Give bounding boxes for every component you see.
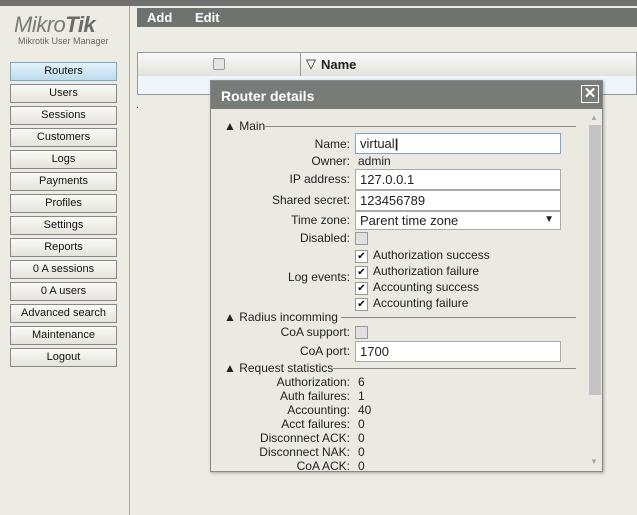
stat-label: Disconnect ACK: [259,431,350,445]
disabled-checkbox[interactable] [355,232,368,245]
sidebar-item-customers[interactable]: Customers [10,128,117,147]
sidebar-item-0-a-sessions[interactable]: 0 A sessions [10,260,117,279]
table-header: ▽ Name [137,52,637,77]
stat-value: 6 [358,375,365,389]
log-event-checkbox[interactable]: ✔ [355,266,368,279]
sidebar-item-profiles[interactable]: Profiles [10,194,117,213]
scrollbar[interactable]: ▲ ▼ [587,111,601,469]
add-button[interactable]: Add [147,10,172,25]
divider [264,126,576,127]
router-details-dialog: Router details ✕ ▲ ▼ ▲ Main Name: virtua… [210,80,603,473]
log-event-checkbox[interactable]: ✔ [355,282,368,295]
stat-value: 0 [358,417,365,431]
log-event-checkbox[interactable]: ✔ [355,298,368,311]
dropdown-arrow-icon: ▼ [544,214,554,225]
section-radius[interactable]: ▲ Radius incomming [224,310,338,324]
table-footer: . [136,100,139,111]
column-divider [300,53,301,77]
ip-input[interactable]: 127.0.0.1 [355,169,561,190]
log-event-label: Authorization failure [373,264,480,278]
column-header-name[interactable]: Name [321,57,356,72]
log-events-label: Log events: [287,270,350,284]
name-value: virtual [360,136,395,151]
scrollbar-thumb[interactable] [589,125,601,395]
sidebar-item-advanced-search[interactable]: Advanced search [10,304,117,323]
log-event-label: Authorization success [373,248,490,262]
stat-label: CoA ACK: [296,459,350,473]
logo-subtitle: Mikrotik User Manager [18,36,109,46]
sidebar-item-payments[interactable]: Payments [10,172,117,191]
stat-value: 0 [358,459,365,473]
owner-label: Owner: [311,154,350,168]
section-stats[interactable]: ▲ Request statistics [224,361,333,375]
stat-value: 40 [358,403,372,417]
section-radius-label: Radius incomming [239,310,338,324]
sidebar-item-0-a-users[interactable]: 0 A users [10,282,117,301]
sidebar: MikroTik Mikrotik User Manager Routers Us… [0,6,130,515]
coa-port-input[interactable]: 1700 [355,341,561,362]
divider [333,368,576,369]
text-cursor: | [394,136,399,151]
sidebar-item-maintenance[interactable]: Maintenance [10,326,117,345]
sidebar-item-logs[interactable]: Logs [10,150,117,169]
logo-text: Mikro [14,12,66,37]
stat-label: Acct failures: [281,417,350,431]
sidebar-item-reports[interactable]: Reports [10,238,117,257]
secret-label: Shared secret: [271,193,350,207]
scroll-up-icon[interactable]: ▲ [590,113,598,122]
name-input[interactable]: virtual| [355,133,561,154]
stat-label: Authorization: [276,375,350,389]
logo-text-bold: Tik [65,12,96,37]
sidebar-item-sessions[interactable]: Sessions [10,106,117,125]
log-event-checkbox[interactable]: ✔ [355,250,368,263]
disabled-label: Disabled: [299,231,350,245]
divider [341,317,576,318]
sidebar-item-users[interactable]: Users [10,84,117,103]
timezone-select[interactable]: Parent time zone ▼ [355,211,561,230]
sidebar-item-settings[interactable]: Settings [10,216,117,235]
coa-support-label: CoA support: [280,325,350,339]
timezone-label: Time zone: [291,213,350,227]
name-label: Name: [314,137,350,151]
stat-label: Accounting: [287,403,350,417]
mikrotik-logo: MikroTik [14,12,96,38]
coa-port-label: CoA port: [299,344,350,358]
sidebar-item-routers[interactable]: Routers [10,62,117,81]
stat-value: 0 [358,431,365,445]
close-icon[interactable]: ✕ [581,85,599,103]
sidebar-item-logout[interactable]: Logout [10,348,117,367]
ip-label: IP address: [289,172,350,186]
timezone-value: Parent time zone [360,213,459,228]
select-all-checkbox[interactable] [213,58,225,70]
stat-label: Auth failures: [279,389,350,403]
section-main-label: Main [239,119,266,133]
secret-input[interactable]: 123456789 [355,190,561,211]
toolbar: Add Edit [137,8,637,27]
stat-value: 1 [358,389,365,403]
sort-icon[interactable]: ▽ [306,56,316,72]
edit-button[interactable]: Edit [195,10,220,25]
scroll-down-icon[interactable]: ▼ [590,457,598,466]
owner-value: admin [358,154,391,168]
section-main[interactable]: ▲ Main [224,119,265,133]
section-stats-label: Request statistics [239,361,334,375]
log-event-label: Accounting success [373,280,480,294]
stat-value: 0 [358,445,365,459]
log-event-label: Accounting failure [373,296,469,310]
stat-label: Disconnect NAK: [259,445,350,459]
coa-support-checkbox[interactable] [355,326,368,339]
dialog-title: Router details [211,81,602,109]
